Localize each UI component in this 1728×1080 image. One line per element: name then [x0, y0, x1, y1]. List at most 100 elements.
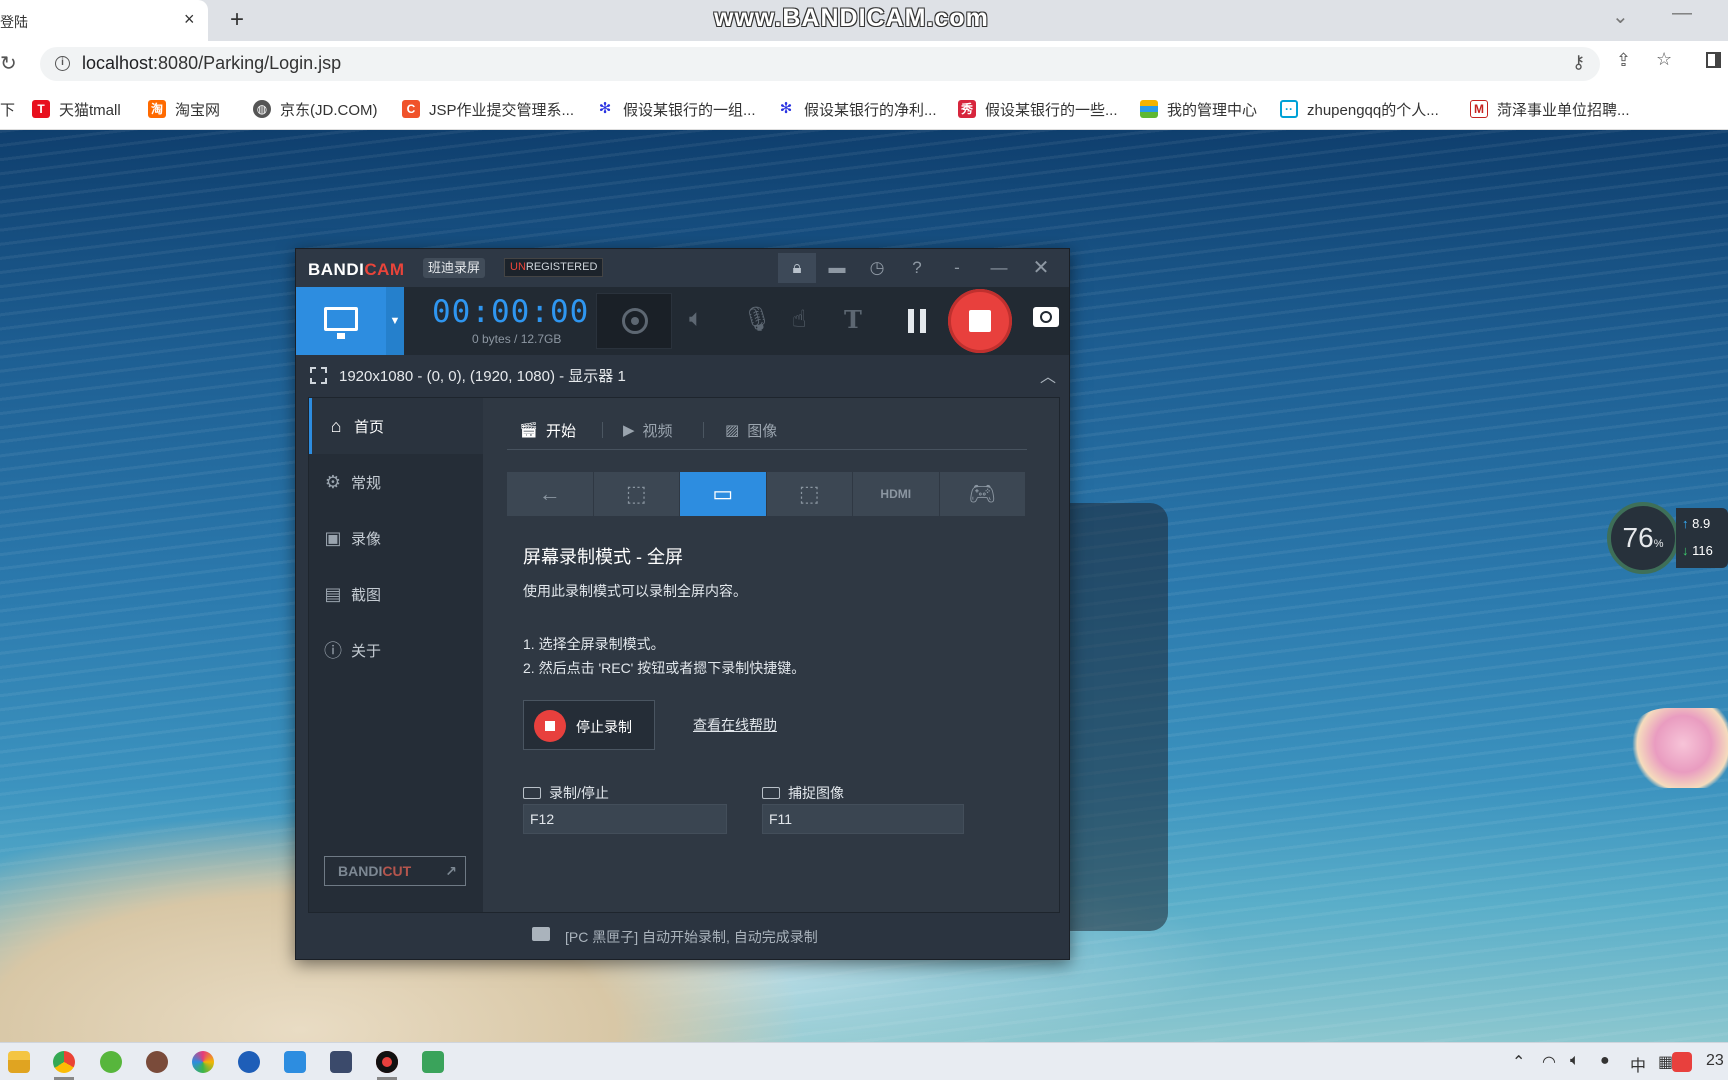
mode-dropdown-chevron-icon[interactable]: ▼ [386, 287, 404, 355]
share-icon[interactable]: ⇪ [1616, 50, 1631, 71]
bookmark-item[interactable]: C JSP作业提交管理系... [402, 98, 574, 120]
bandicam-title-bar[interactable]: BANDICAM 班迪录屏 UNREGISTERED 🔒︎ ▬ ◷ ? - — … [296, 249, 1069, 287]
speaker-icon[interactable]: 🔈︎ [689, 305, 703, 333]
file-explorer-icon[interactable] [8, 1051, 30, 1073]
capture-area-bar[interactable]: 1920x1080 - (0, 0), (1920, 1080) - 显示器 1… [296, 355, 1069, 395]
new-tab-button[interactable]: + [230, 6, 244, 34]
cpu-gauge[interactable]: 76% [1607, 502, 1679, 574]
avatar-app-icon[interactable] [146, 1051, 168, 1073]
picture-icon: ▨ [725, 422, 740, 439]
chrome-icon[interactable] [53, 1051, 75, 1073]
screen-mode-button[interactable] [296, 287, 386, 355]
step-1: 1. 选择全屏录制模式。 [523, 636, 665, 652]
collapse-chevron-icon[interactable]: ︿ [1040, 363, 1056, 387]
c-icon: C [402, 100, 420, 118]
bookmark-item[interactable]: ✻ 假设某银行的净利... [777, 98, 937, 120]
bookmark-item[interactable]: ✻ 假设某银行的一组... [596, 98, 756, 120]
tab-divider [602, 422, 603, 438]
gear-icon: ⚙ [324, 471, 342, 492]
bookmark-overflow-fragment[interactable]: 下 [0, 98, 15, 120]
tab-video[interactable]: ▶ 视频 [623, 418, 673, 442]
blue-s-app-icon[interactable] [238, 1051, 260, 1073]
anime-pet-widget[interactable] [1628, 708, 1728, 788]
bookmark-label: 天猫tmall [59, 101, 121, 119]
bookmark-item[interactable]: ◍ 京东(JD.COM) [253, 98, 378, 120]
gear-app-icon[interactable] [330, 1051, 352, 1073]
content-tabs: 🎬︎ 开始 ▶ 视频 ▨ 图像 [507, 410, 1027, 450]
sidebar-item-video[interactable]: ▣ 录像 [309, 510, 483, 566]
mouse-cursor-icon[interactable]: ☝︎ [792, 305, 807, 334]
pause-icon[interactable] [908, 309, 914, 333]
chart-app-icon[interactable] [422, 1051, 444, 1073]
wifi-icon[interactable]: ◠ [1542, 1052, 1556, 1072]
webcam-overlay-button[interactable] [596, 293, 672, 349]
bookmark-item[interactable]: 我的管理中心 [1140, 98, 1257, 120]
recording-timer: 00:00:00 [432, 294, 590, 330]
cursor-area-icon[interactable]: ⬚ [593, 472, 679, 516]
url-text[interactable]: localhost:8080/Parking/Login.jsp [82, 53, 341, 74]
status-text[interactable]: [PC 黑匣子] 自动开始录制, 自动完成录制 [565, 927, 818, 947]
bookmark-item[interactable]: ·· zhupengqq的个人... [1280, 98, 1439, 120]
tab-search-chevron-icon[interactable]: ⌄ [1612, 4, 1629, 29]
minimize-icon[interactable]: — [980, 253, 1018, 283]
hotkey-record-field[interactable]: F12 [523, 804, 727, 834]
grid-app-icon[interactable] [284, 1051, 306, 1073]
microphone-icon[interactable]: 🎙︎ [742, 305, 772, 334]
sidebar-item-general[interactable]: ⚙ 常规 [309, 454, 483, 510]
bandicut-button[interactable]: BANDICUT ↗ [324, 856, 466, 886]
download-arrow-icon: ↓ [1682, 543, 1693, 558]
close-icon[interactable]: ✕ [1022, 253, 1060, 283]
text-overlay-icon[interactable]: T [844, 305, 862, 334]
tab-start[interactable]: 🎬︎ 开始 [519, 418, 576, 442]
qq-icon[interactable]: ● [1600, 1052, 1610, 1070]
online-help-link[interactable]: 查看在线帮助 [693, 715, 777, 735]
sidebar-item-about[interactable]: ⓘ 关于 [309, 622, 483, 678]
ime-indicator[interactable]: 中 [1630, 1052, 1646, 1076]
reload-icon[interactable]: ↻ [0, 51, 17, 76]
keyboard-layout-icon[interactable]: ▦ [1658, 1052, 1673, 1072]
sogou-ime-icon[interactable] [1672, 1052, 1692, 1072]
compact-mode-icon[interactable]: - [938, 253, 976, 283]
color-wheel-app-icon[interactable] [192, 1051, 214, 1073]
hdmi-device-icon[interactable]: HDMI [853, 472, 939, 516]
minimize-window-button[interactable]: — [1672, 2, 1692, 25]
site-info-icon[interactable]: i [55, 56, 70, 71]
bookmark-star-icon[interactable]: ☆ [1656, 49, 1672, 70]
record-stop-button[interactable] [948, 289, 1012, 353]
browser-tab[interactable]: 登陆 × [0, 0, 208, 41]
bandicam-taskbar-icon[interactable] [376, 1051, 398, 1073]
back-arrow-icon[interactable]: ← [507, 472, 593, 516]
volume-icon[interactable]: 🔈︎ [1570, 1052, 1580, 1070]
bookmark-item[interactable]: M 菏泽事业单位招聘... [1470, 98, 1630, 120]
tray-overflow-chevron-icon[interactable]: ⌃ [1512, 1052, 1525, 1072]
omnibox[interactable]: i localhost:8080/Parking/Login.jsp ⚷ [40, 47, 1600, 81]
sidebar-item-label: 常规 [351, 474, 382, 492]
password-key-icon[interactable]: ⚷ [1572, 52, 1585, 73]
stop-recording-button[interactable]: 停止录制 [523, 700, 655, 750]
clock-time[interactable]: 23 [1706, 1052, 1724, 1070]
taobao-icon: 淘 [148, 100, 166, 118]
tab-image[interactable]: ▨ 图像 [725, 418, 777, 442]
keyboard-icon [523, 787, 541, 799]
keyboard-icon [762, 787, 780, 799]
unregistered-badge[interactable]: UNREGISTERED [504, 258, 604, 277]
side-panel-icon[interactable] [1706, 52, 1721, 68]
folder-icon[interactable]: ▬ [818, 253, 856, 283]
bookmark-item[interactable]: 秀假设某银行的一些... [958, 98, 1118, 120]
hotkey-capture-field[interactable]: F11 [762, 804, 964, 834]
bookmark-item[interactable]: 淘淘宝网 [148, 98, 220, 120]
help-icon[interactable]: ? [898, 253, 936, 283]
clock-icon[interactable]: ◷ [858, 253, 896, 283]
select-region-icon[interactable]: ⬚ [766, 472, 852, 516]
screenshot-camera-icon[interactable] [1033, 307, 1059, 327]
address-bar-row: ↻ i localhost:8080/Parking/Login.jsp ⚷ ⇪… [0, 41, 1728, 88]
tab-close-icon[interactable]: × [184, 9, 195, 30]
gamepad-icon[interactable]: 🎮︎ [939, 472, 1025, 516]
bookmark-item[interactable]: T 天猫tmall [32, 98, 121, 120]
sidebar-item-home[interactable]: ⌂ 首页 [309, 398, 483, 454]
lock-icon[interactable]: 🔒︎ [778, 253, 816, 283]
sidebar-item-image[interactable]: ▤ 截图 [309, 566, 483, 622]
green-app-icon[interactable] [100, 1051, 122, 1073]
mode-description: 使用此录制模式可以录制全屏内容。 [523, 583, 747, 599]
fullscreen-monitor-icon[interactable]: ▭ [680, 472, 766, 516]
